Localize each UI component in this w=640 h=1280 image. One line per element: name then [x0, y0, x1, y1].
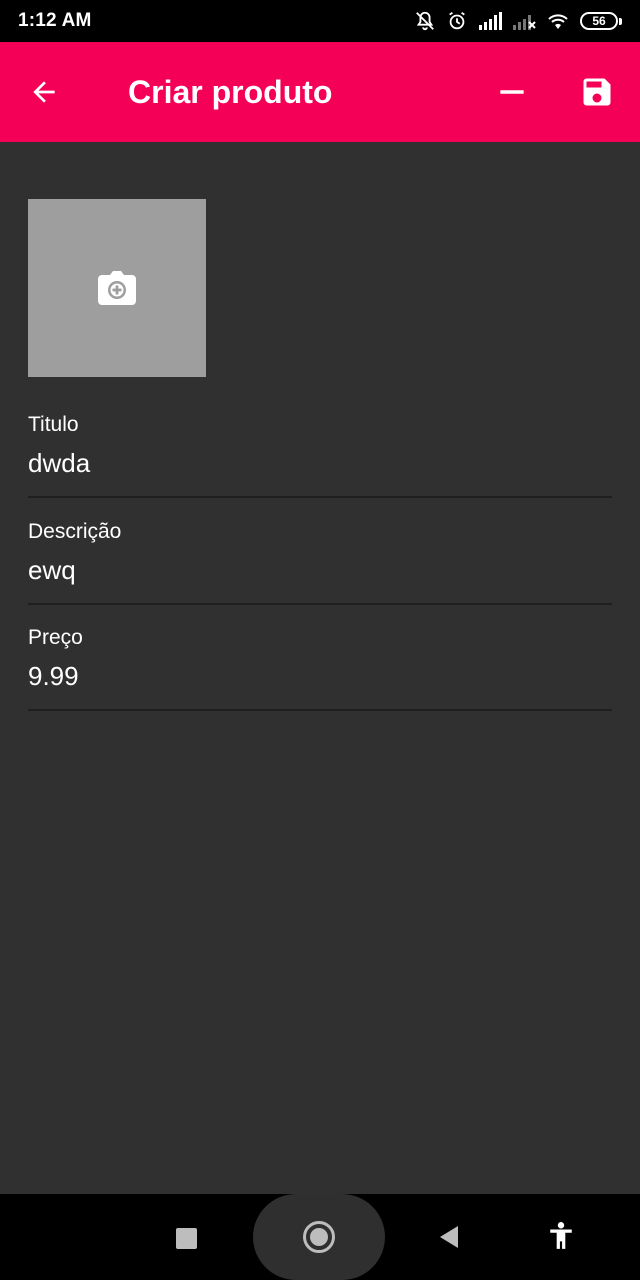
- back-triangle-icon[interactable]: [438, 1225, 460, 1254]
- description-field-label: Descrição: [28, 520, 122, 543]
- battery-icon: 56: [580, 12, 622, 30]
- description-field-value[interactable]: ewq: [28, 554, 612, 586]
- save-icon: [583, 78, 611, 106]
- save-button[interactable]: [575, 70, 619, 114]
- description-field[interactable]: Descrição ewq: [28, 520, 612, 605]
- status-bar: 1:12 AM 56: [0, 0, 640, 42]
- alarm-icon: [446, 10, 468, 32]
- image-picker[interactable]: [28, 199, 206, 377]
- recents-square-icon[interactable]: [176, 1228, 197, 1249]
- app-bar: Criar produto: [0, 42, 640, 142]
- title-field[interactable]: Titulo dwda: [28, 413, 612, 498]
- minus-icon: [500, 90, 524, 94]
- price-field-value[interactable]: 9.99: [28, 660, 612, 692]
- home-button[interactable]: [253, 1194, 385, 1280]
- mute-icon: [414, 10, 436, 32]
- signal-no-service-icon: [512, 12, 536, 30]
- price-field[interactable]: Preço 9.99: [28, 626, 612, 711]
- add-photo-camera-icon: [98, 271, 136, 305]
- status-icons: 56: [414, 10, 622, 32]
- navigation-bar: [0, 1194, 640, 1280]
- page-title: Criar produto: [128, 74, 333, 110]
- back-arrow-icon: [33, 81, 55, 103]
- battery-level: 56: [580, 12, 618, 30]
- title-field-value[interactable]: dwda: [28, 447, 612, 479]
- back-button[interactable]: [22, 70, 66, 114]
- title-field-label: Titulo: [28, 413, 79, 436]
- home-circle-icon: [303, 1221, 335, 1253]
- wifi-icon: [546, 12, 570, 30]
- status-time: 1:12 AM: [18, 10, 92, 31]
- price-field-label: Preço: [28, 626, 83, 649]
- signal-icon: [478, 12, 502, 30]
- remove-button[interactable]: [490, 70, 534, 114]
- accessibility-icon[interactable]: [548, 1222, 574, 1255]
